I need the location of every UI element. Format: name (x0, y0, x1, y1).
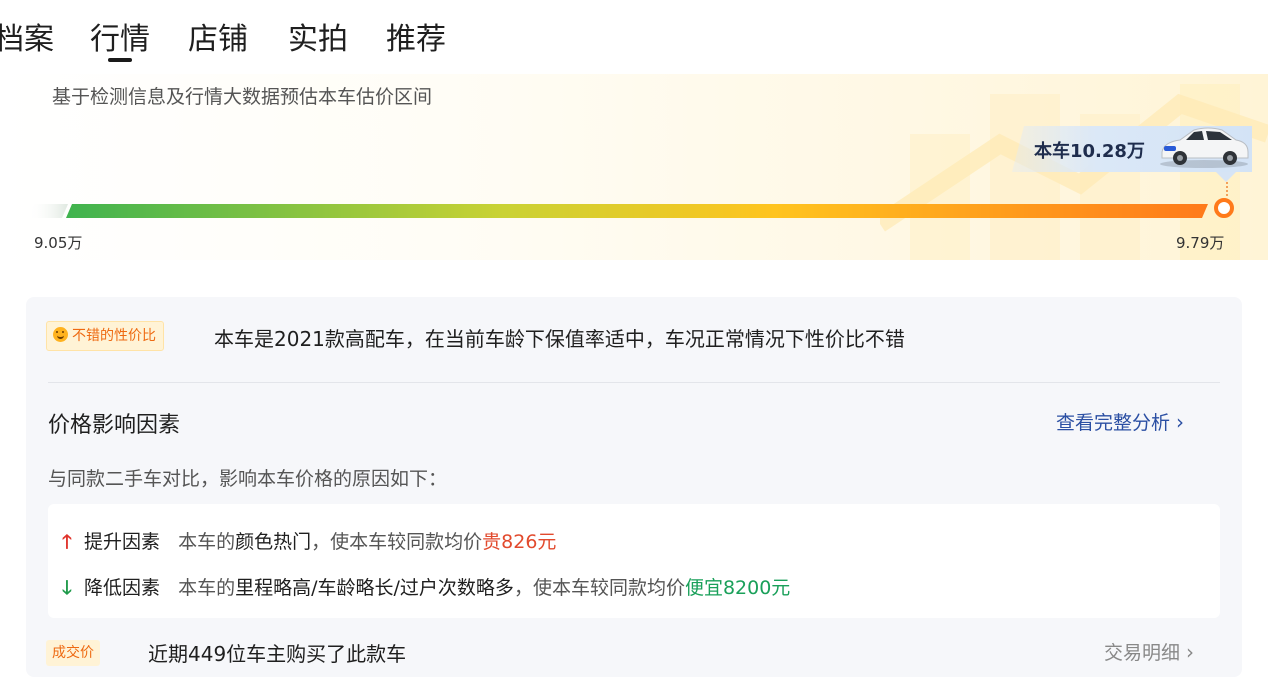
full-analysis-link[interactable]: 查看完整分析 › (1056, 408, 1184, 435)
smile-icon (53, 327, 68, 342)
value-badge: 不错的性价比 (46, 321, 164, 351)
price-range-bar (28, 204, 1208, 218)
factor-up-row: 🡑 提升因素 本车的颜色热门，使本车较同款均价贵826元 (62, 527, 556, 560)
factor-down-middle: ，使本车较同款均价 (513, 577, 685, 599)
car-price-bubble-tail (1216, 172, 1236, 182)
chevron-right-icon: › (1186, 640, 1195, 664)
tab-archive[interactable]: 档案 (0, 14, 54, 58)
chevron-right-icon: › (1176, 410, 1185, 434)
tab-recommend[interactable]: 推荐 (386, 14, 446, 58)
divider (48, 382, 1220, 383)
value-badge-label: 不错的性价比 (72, 328, 156, 344)
price-factors-title: 价格影响因素 (48, 413, 181, 438)
price-pointer-line (1226, 182, 1228, 196)
tab-market[interactable]: 行情 (90, 14, 150, 58)
factor-up-prefix: 本车的 (178, 531, 236, 553)
active-tab-indicator (108, 58, 132, 62)
tab-photos[interactable]: 实拍 (288, 14, 348, 58)
tab-store[interactable]: 店铺 (188, 14, 248, 58)
full-analysis-label: 查看完整分析 (1056, 412, 1171, 434)
arrow-up-icon: 🡑 (62, 531, 72, 553)
price-factors-subtitle: 与同款二手车对比，影响本车价格的原因如下： (48, 468, 448, 490)
factor-down-value: 便宜8200元 (684, 577, 791, 599)
factor-up-value: 贵826元 (482, 531, 557, 553)
range-min-label: 9.05万 (34, 234, 83, 252)
factor-down-prefix: 本车的 (178, 577, 236, 599)
car-price-marker (1214, 198, 1234, 218)
factor-down-row: 🡓 降低因素 本车的里程略高/车龄略长/过户次数略多，使本车较同款均价便宜820… (62, 573, 790, 606)
range-max-label: 9.79万 (1176, 234, 1225, 252)
factor-up-label: 提升因素 (84, 531, 161, 553)
deal-details-link[interactable]: 交易明细 › (1104, 638, 1194, 665)
deal-price-badge: 成交价 (46, 640, 100, 666)
estimate-description: 基于检测信息及行情大数据预估本车估价区间 (52, 86, 433, 108)
deal-details-label: 交易明细 (1104, 642, 1181, 664)
car-price-label: 本车10.28万 (1034, 141, 1145, 162)
factor-down-label: 降低因素 (84, 577, 161, 599)
deal-count-text: 近期449位车主购买了此款车 (148, 642, 407, 666)
deal-badge-label: 成交价 (52, 645, 94, 661)
factor-up-middle: ，使本车较同款均价 (311, 531, 483, 553)
factor-down-highlight: 里程略高/车龄略长/过户次数略多 (235, 577, 514, 599)
factor-up-highlight: 颜色热门 (235, 531, 312, 553)
arrow-down-icon: 🡓 (62, 577, 72, 599)
car-thumbnail-icon (1160, 127, 1249, 168)
value-summary-text: 本车是2021款高配车，在当前车龄下保值率适中，车况正常情况下性价比不错 (214, 327, 905, 351)
